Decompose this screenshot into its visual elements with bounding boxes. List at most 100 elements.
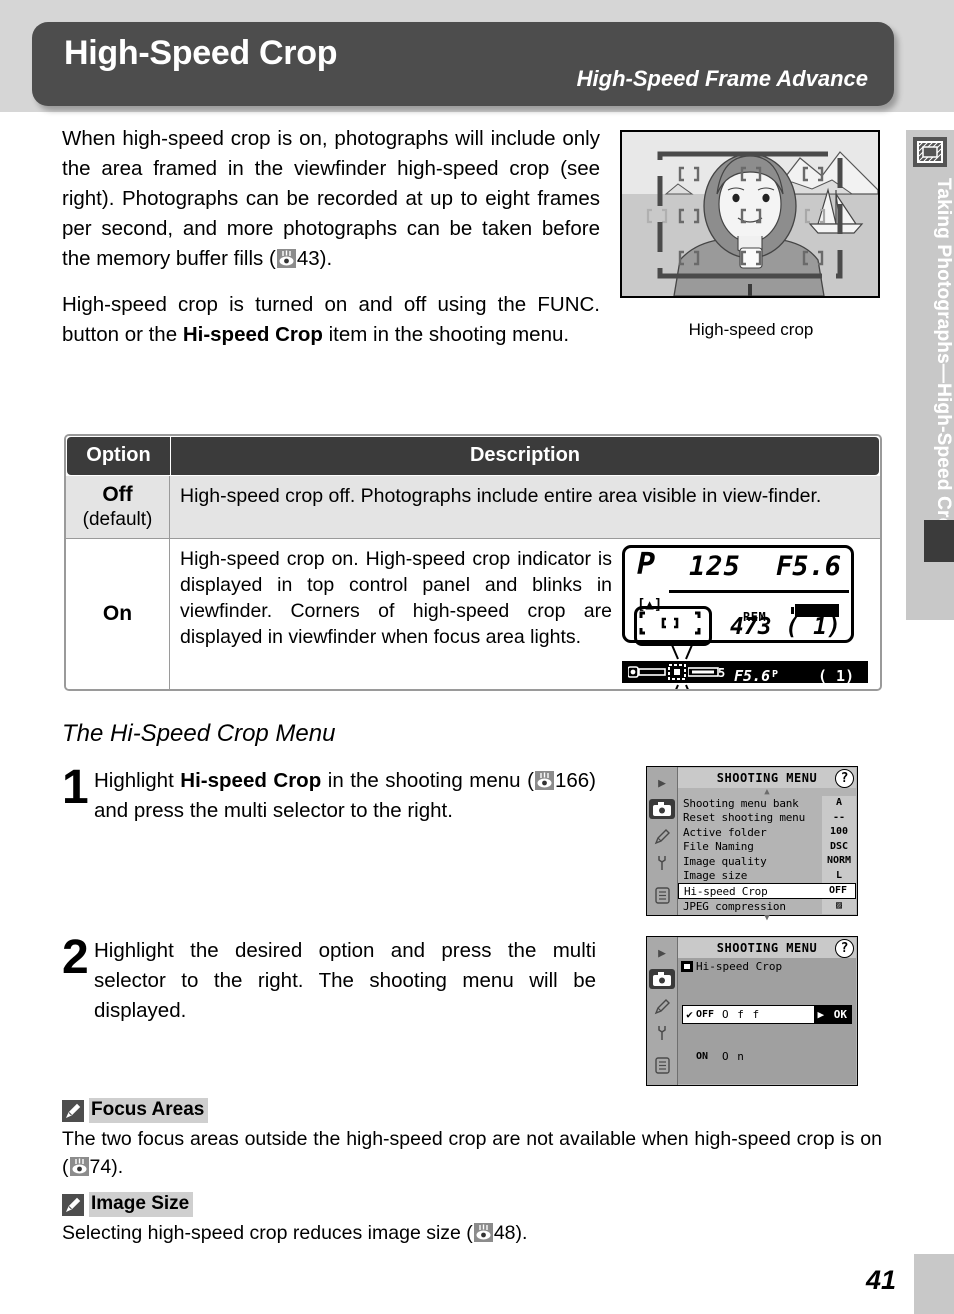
menu-icon-rail: ▶ <box>647 937 678 1085</box>
note-body-a: The two focus areas outside the high-spe… <box>62 1128 882 1178</box>
step-2: 2 Highlight the desired option and press… <box>62 931 602 1026</box>
note-page-ref: 74 <box>89 1156 112 1178</box>
pencil-icon[interactable] <box>651 827 673 847</box>
submenu-option-on[interactable]: ON O n <box>696 1050 852 1063</box>
submenu-option-code: ON <box>696 1051 709 1062</box>
lcd-battery-icon <box>791 604 839 617</box>
viewfinder-figure: High-speed crop <box>620 130 882 340</box>
menu-item-label: Reset shooting menu <box>683 811 806 825</box>
viewfinder-display-strip: 5 F5.6 P ( 1) <box>622 661 868 685</box>
table-row: On High-speed crop on. High-speed crop i… <box>66 538 880 689</box>
description-text-on: High-speed crop on. High-speed crop indi… <box>180 548 612 648</box>
wrench-icon[interactable] <box>651 1023 673 1043</box>
playback-icon[interactable]: ▶ <box>651 773 673 793</box>
page-reference-icon <box>276 249 296 268</box>
table-cell-description-on: High-speed crop on. High-speed crop indi… <box>170 539 880 689</box>
menu-item-image-size[interactable]: Image size L <box>678 868 856 883</box>
menu-item-image-quality[interactable]: Image quality NORM <box>678 854 856 869</box>
pencil-icon[interactable] <box>651 997 673 1017</box>
submenu-option-off[interactable]: ✔ OFF O f f ▶ OK <box>682 1005 852 1024</box>
camera-menu-shooting: ▶ SHOOTING MENU ? ▲ Shooting menu bank A… <box>646 766 858 922</box>
pencil-icon <box>62 1099 84 1122</box>
table-cell-option-off: Off (default) <box>66 476 170 538</box>
high-speed-crop-indicator <box>634 606 712 646</box>
note-title: Focus Areas <box>89 1098 209 1123</box>
figure-leader-line <box>748 284 752 296</box>
intro-p2-part-b: item in the shooting menu. <box>322 323 570 346</box>
menu-item-shooting-menu-bank[interactable]: Shooting menu bank A <box>678 796 856 811</box>
menu-item-label: JPEG compression <box>683 899 786 913</box>
page-title: High-Speed Crop <box>64 34 338 72</box>
playback-icon[interactable]: ▶ <box>651 943 673 963</box>
crop-frame-icon <box>913 137 947 167</box>
list-icon[interactable] <box>651 885 673 905</box>
lcd-shutter-speed: 125 <box>689 551 741 582</box>
note-body-b: ). <box>515 1222 528 1244</box>
lcd-remaining-count: 473 ( 1) <box>730 614 841 640</box>
viewfinder-illustration <box>620 130 880 298</box>
table-header-option: Option <box>67 437 170 475</box>
menu-item-value: -- <box>822 810 856 825</box>
note-header: Image Size <box>62 1192 882 1217</box>
lcd-aperture: F5.6 <box>775 551 841 582</box>
menu-item-label: Image size <box>683 869 748 883</box>
camera-menu-hi-speed-crop: ▶ SHOOTING MENU ? Hi-speed Crop ✔ OFF O … <box>646 936 858 1086</box>
menu-item-reset-shooting-menu[interactable]: Reset shooting menu -- <box>678 810 856 825</box>
menu-icon-rail: ▶ <box>647 767 678 915</box>
control-panel-figure: P 125 F5.6 [▲] REM 473 (1) 5 F5.6 P (1… <box>622 539 880 689</box>
note-focus-areas: Focus Areas The two focus areas outside … <box>62 1098 882 1181</box>
checkmark-icon: ✔ <box>686 1008 693 1021</box>
high-speed-crop-blink-icon <box>668 664 686 680</box>
viewfinder-aperture: F5.6 <box>734 667 771 685</box>
note-body: The two focus areas outside the high-spe… <box>62 1125 882 1181</box>
menu-item-active-folder[interactable]: Active folder 100 <box>678 825 856 840</box>
page-reference-icon <box>473 1223 493 1242</box>
menu-item-label: Active folder <box>683 825 767 839</box>
metering-icon <box>628 666 666 678</box>
section-tab-marker <box>924 520 954 562</box>
lcd-mode: P <box>637 547 656 582</box>
help-icon[interactable]: ? <box>835 769 854 788</box>
wrench-icon[interactable] <box>651 853 673 873</box>
shutter-speed-icon: 5 <box>688 666 725 680</box>
step-1: 1 Highlight Hi-speed Crop in the shootin… <box>62 764 602 826</box>
menu-item-value: ▨ <box>822 899 856 914</box>
help-icon[interactable]: ? <box>835 939 854 958</box>
table-header-description: Description <box>171 437 879 475</box>
camera-menu-list: ▲ Shooting menu bank A Reset shooting me… <box>678 787 856 922</box>
menu-item-hi-speed-crop[interactable]: Hi-speed Crop OFF <box>678 883 856 899</box>
svg-text:5: 5 <box>718 666 725 680</box>
camera-icon[interactable] <box>649 799 675 819</box>
viewfinder-strip-wrap: 5 F5.6 P ( 1) <box>622 645 868 689</box>
blink-rays-top <box>671 645 693 660</box>
scroll-up-indicator: ▲ <box>764 787 770 797</box>
note-body-b: ). <box>111 1156 124 1178</box>
ok-button[interactable]: ▶ OK <box>813 1006 851 1023</box>
menu-item-jpeg-compression[interactable]: JPEG compression ▨ <box>678 899 856 914</box>
option-name-off: Off <box>102 483 133 506</box>
menu-item-label: Shooting menu bank <box>683 796 799 810</box>
option-name-on: On <box>102 602 133 625</box>
page-subtitle: High-Speed Frame Advance <box>576 66 868 91</box>
intro-text: When high-speed crop is on, photographs … <box>62 124 600 350</box>
step-2-number: 2 <box>62 931 89 984</box>
step-1-page-ref: 166 <box>554 769 590 792</box>
pencil-icon <box>62 1193 84 1216</box>
menu-item-value: OFF <box>821 883 855 899</box>
menu-item-value: DSC <box>822 839 856 854</box>
menu-item-file-naming[interactable]: File Naming DSC <box>678 839 856 854</box>
scroll-down-indicator: ▼ <box>764 912 770 923</box>
page-reference-icon <box>69 1157 89 1176</box>
menu-item-label: Image quality <box>683 854 767 868</box>
step-2-text: Highlight the desired option and press t… <box>94 939 596 1022</box>
submenu-option-name: O n <box>722 1050 745 1063</box>
note-image-size: Image Size Selecting high-speed crop red… <box>62 1192 882 1247</box>
note-title: Image Size <box>89 1192 194 1217</box>
viewfinder-figure-caption: High-speed crop <box>688 320 814 339</box>
camera-icon[interactable] <box>649 969 675 989</box>
section-tab: Taking Photographs—High-Speed Crop <box>906 130 954 620</box>
list-icon[interactable] <box>651 1055 673 1075</box>
crop-icon <box>681 961 693 972</box>
lcd-underline <box>669 590 849 593</box>
intro-p1-page-ref: 43 <box>296 247 320 270</box>
